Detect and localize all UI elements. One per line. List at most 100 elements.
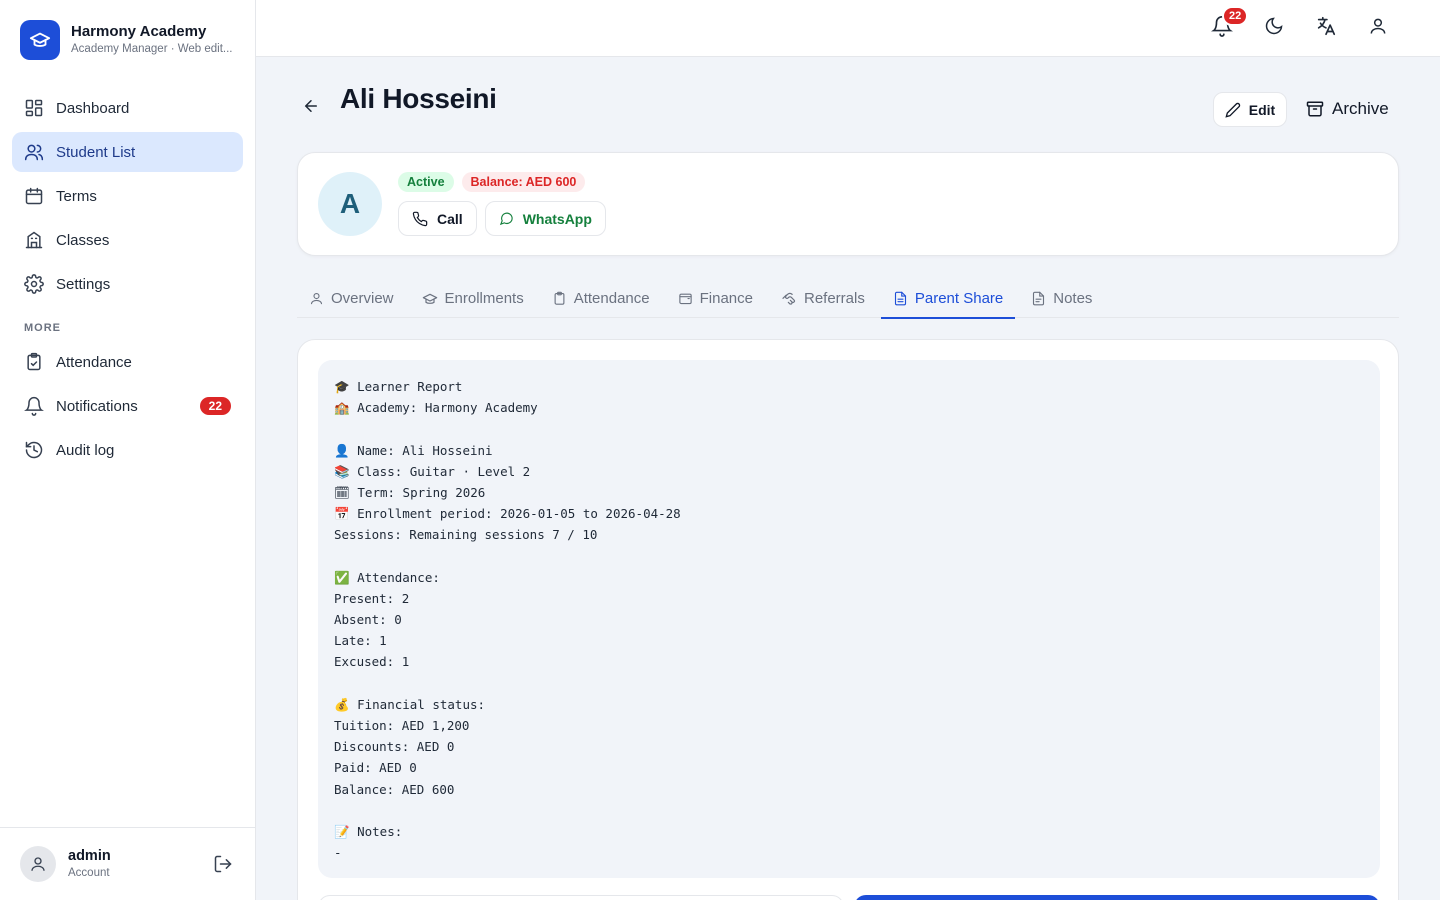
report-line: 🏫 Academy: Harmony Academy: [334, 400, 538, 416]
report-line: 👤 Name: Ali Hosseini: [334, 442, 493, 458]
avatar: A: [318, 172, 382, 236]
translate-icon: [1315, 15, 1337, 42]
sidebar-item-classes[interactable]: Classes: [12, 220, 243, 260]
sidebar-item-attendance[interactable]: Attendance: [12, 342, 243, 382]
sidebar-item-notifications[interactable]: Notifications 22: [12, 386, 243, 426]
edit-button[interactable]: Edit: [1213, 92, 1287, 127]
report-line: Present: 2: [334, 590, 410, 606]
graduation-cap-icon: [422, 293, 437, 304]
learner-report-text[interactable]: 🎓 Learner Report 🏫 Academy: Harmony Acad…: [318, 360, 1380, 878]
parent-share-card: 🎓 Learner Report 🏫 Academy: Harmony Acad…: [297, 339, 1399, 900]
bell-icon: [24, 396, 44, 416]
calendar-icon: [24, 186, 44, 206]
sidebar-section-more: MORE: [24, 322, 61, 334]
archive-button[interactable]: Archive: [1306, 97, 1389, 121]
report-actions: [318, 895, 1380, 900]
history-icon: [24, 440, 44, 460]
whatsapp-label: WhatsApp: [522, 210, 592, 227]
call-label: Call: [437, 210, 463, 227]
notifications-button[interactable]: 22: [1210, 6, 1249, 40]
language-button[interactable]: [1314, 16, 1338, 40]
main-content: Ali Hosseini Edit Archive A Active Balan…: [256, 57, 1440, 900]
brand-subtitle: Academy Manager · Web edit...: [71, 43, 233, 55]
student-tabs: Overview Enrollments Attendance Finance …: [297, 279, 1399, 319]
report-line: 💰 Financial status:: [334, 696, 486, 712]
sidebar-item-terms[interactable]: Terms: [12, 176, 243, 216]
primary-action-button[interactable]: [854, 895, 1380, 900]
tab-label: Referrals: [804, 290, 865, 307]
account-footer: admin Account: [0, 827, 255, 900]
tab-overview[interactable]: Overview: [297, 279, 406, 318]
call-button[interactable]: Call: [398, 201, 477, 236]
clipboard-icon: [24, 352, 44, 372]
secondary-action-button[interactable]: [318, 895, 844, 900]
report-line: [334, 418, 1364, 439]
tab-parent-share[interactable]: Parent Share: [880, 279, 1016, 319]
whatsapp-icon: [499, 212, 513, 226]
page-title: Ali Hosseini: [340, 83, 497, 114]
building-icon: [24, 230, 44, 250]
tab-label: Parent Share: [914, 290, 1004, 307]
user-name: admin: [68, 848, 111, 864]
wallet-icon: [678, 293, 692, 305]
archive-icon: [1306, 101, 1324, 117]
sidebar-item-label: Terms: [56, 187, 97, 205]
tab-label: Attendance: [573, 290, 650, 307]
pencil-icon: [1225, 102, 1240, 118]
report-line: Discounts: AED 0: [334, 739, 455, 755]
sidebar-item-audit-log[interactable]: Audit log: [12, 430, 243, 470]
report-line: Excused: 1: [334, 654, 410, 670]
whatsapp-button[interactable]: WhatsApp: [484, 201, 606, 236]
tab-finance[interactable]: Finance: [666, 279, 765, 318]
avatar[interactable]: [20, 846, 56, 882]
tab-notes[interactable]: Notes: [1019, 279, 1104, 318]
report-line: [334, 800, 1364, 821]
brand[interactable]: Harmony Academy Academy Manager · Web ed…: [0, 0, 255, 80]
back-arrow-icon[interactable]: [300, 95, 322, 117]
notification-count-badge: 22: [199, 397, 231, 415]
topbar: 22: [256, 0, 1440, 57]
sidebar-item-label: Dashboard: [56, 99, 130, 117]
theme-toggle-button[interactable]: [1262, 16, 1286, 40]
report-line: 🗓 Term: Spring 2026: [334, 484, 486, 500]
report-line: Absent: 0: [334, 612, 402, 628]
users-icon: [24, 142, 44, 162]
report-line: 🎓 Learner Report: [334, 379, 463, 394]
logout-icon[interactable]: [211, 852, 235, 876]
user-icon: [310, 292, 323, 305]
file-text-icon: [894, 291, 906, 306]
tab-enrollments[interactable]: Enrollments: [410, 279, 536, 318]
tab-label: Finance: [699, 290, 753, 307]
report-line: [334, 673, 1364, 694]
sidebar-item-label: Audit log: [56, 441, 115, 459]
report-line: 📅 Enrollment period: 2026-01-05 to 2026-…: [334, 506, 681, 522]
balance-badge: Balance: AED 600: [461, 172, 586, 192]
tab-label: Notes: [1053, 290, 1093, 307]
sidebar-item-label: Attendance: [56, 353, 132, 371]
sidebar-nav: Dashboard Student List Terms Classes Set…: [0, 80, 255, 482]
sidebar-item-label: Notifications: [56, 397, 138, 415]
report-line: 📚 Class: Guitar · Level 2: [334, 463, 531, 479]
tab-label: Enrollments: [444, 290, 524, 307]
notes-icon: [1033, 291, 1045, 306]
student-profile-card: A Active Balance: AED 600 Call WhatsApp: [297, 152, 1399, 256]
tab-label: Overview: [331, 290, 394, 307]
sidebar-item-dashboard[interactable]: Dashboard: [12, 88, 243, 128]
tab-referrals[interactable]: Referrals: [769, 279, 877, 318]
user-role: Account: [68, 867, 110, 879]
profile-button[interactable]: [1366, 16, 1390, 40]
report-line: Sessions: Remaining sessions 7 / 10: [334, 527, 598, 543]
sidebar: Harmony Academy Academy Manager · Web ed…: [0, 0, 256, 900]
sidebar-item-student-list[interactable]: Student List: [12, 132, 243, 172]
sidebar-item-label: Classes: [56, 231, 110, 249]
brand-name: Harmony Academy: [71, 23, 207, 40]
report-line: Paid: AED 0: [334, 760, 417, 776]
report-line: 📝 Notes:: [334, 823, 403, 839]
phone-icon: [412, 211, 428, 226]
clipboard-icon: [554, 291, 565, 305]
archive-label: Archive: [1332, 99, 1389, 118]
sidebar-item-settings[interactable]: Settings: [12, 264, 243, 304]
graduation-cap-icon: [20, 20, 60, 60]
tab-attendance[interactable]: Attendance: [540, 279, 662, 318]
gear-icon: [24, 274, 44, 294]
